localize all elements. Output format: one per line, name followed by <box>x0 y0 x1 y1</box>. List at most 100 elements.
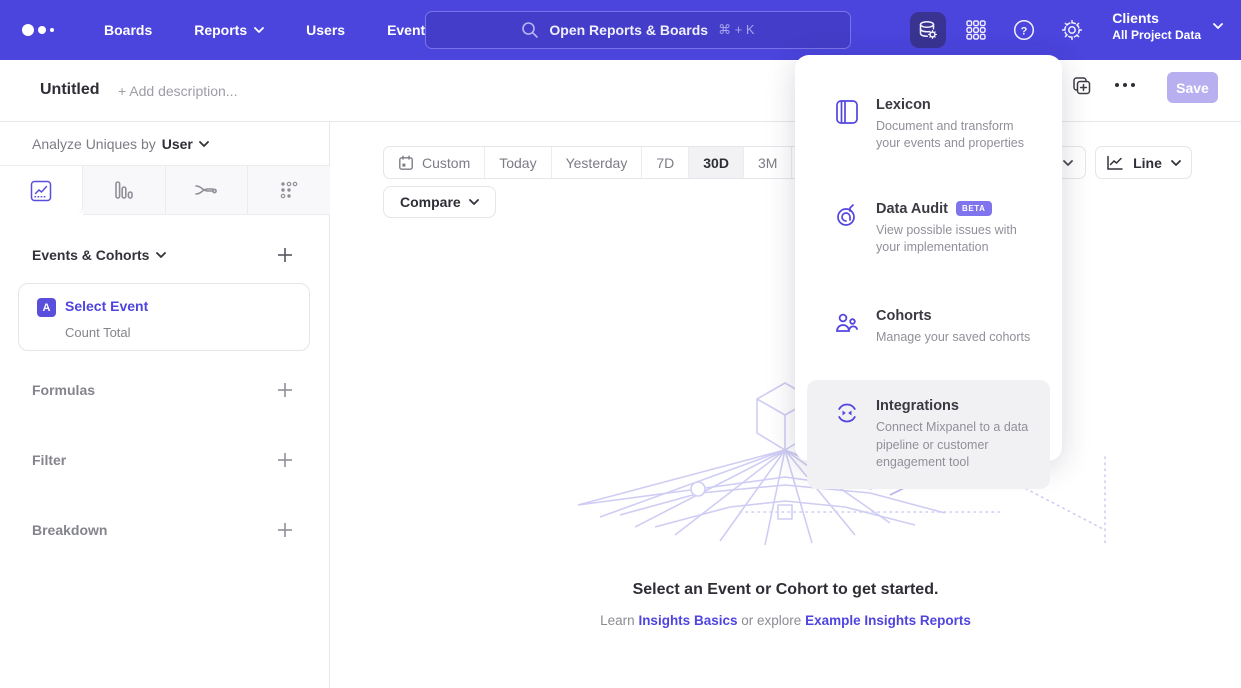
compare-button[interactable]: Compare <box>383 186 496 218</box>
select-event-label[interactable]: Select Event <box>65 298 148 314</box>
event-badge: A <box>37 298 56 317</box>
project-selector[interactable]: Clients All Project Data <box>1112 10 1223 42</box>
integrations-title: Integrations <box>876 398 1036 414</box>
data-audit-icon <box>835 203 859 229</box>
top-nav: Boards Reports Users Events Open Reports… <box>0 0 1241 60</box>
integrations-description: Connect Mixpanel to a data pipeline or c… <box>876 419 1036 471</box>
flow-tab-icon <box>193 178 219 202</box>
event-card[interactable]: A Select Event Count Total <box>18 283 310 351</box>
mixpanel-logo-icon[interactable] <box>22 24 62 36</box>
integrations-sync-icon <box>835 400 859 426</box>
lexicon-book-icon <box>835 99 859 125</box>
tab-flow[interactable] <box>166 166 249 215</box>
chevron-down-icon <box>1171 160 1181 166</box>
line-chart-icon <box>1106 155 1124 171</box>
report-description-placeholder[interactable]: + Add description... <box>118 83 237 99</box>
range-30d-selected[interactable]: 30D <box>689 147 744 178</box>
database-gear-icon <box>917 19 939 41</box>
line-chart-tab-icon <box>29 179 53 203</box>
range-3m[interactable]: 3M <box>744 147 792 178</box>
data-audit-description: View possible issues with your implement… <box>876 222 1036 257</box>
chart-area: Custom Today Yesterday 7D 30D 3M 6M Comp… <box>330 122 1241 688</box>
tab-metrics[interactable] <box>248 166 330 215</box>
lexicon-title: Lexicon <box>876 97 1036 113</box>
menu-item-data-audit[interactable]: Data Audit BETA View possible issues wit… <box>807 189 1050 271</box>
range-7d[interactable]: 7D <box>642 147 689 178</box>
range-yesterday-label: Yesterday <box>566 155 628 171</box>
nav-reports-label: Reports <box>194 22 247 38</box>
or-explore-text: or explore <box>741 613 801 628</box>
menu-item-lexicon[interactable]: Lexicon Document and transform your even… <box>807 85 1050 167</box>
analyze-value: User <box>162 136 193 152</box>
beta-badge: BETA <box>956 201 992 216</box>
project-scope: All Project Data <box>1112 28 1201 42</box>
query-sidebar: Analyze Uniques by User <box>0 122 330 688</box>
tab-bar-chart[interactable] <box>83 166 166 215</box>
events-cohorts-label: Events & Cohorts <box>32 247 149 263</box>
range-custom-label: Custom <box>422 155 470 171</box>
range-custom[interactable]: Custom <box>384 147 485 178</box>
svg-text:?: ? <box>1021 25 1028 37</box>
range-today[interactable]: Today <box>485 147 551 178</box>
nav-boards-label: Boards <box>104 22 152 38</box>
chevron-down-icon <box>1213 23 1223 29</box>
data-audit-title-text: Data Audit <box>876 201 948 217</box>
duplicate-report-button[interactable] <box>1072 76 1092 96</box>
search-shortcut: ⌘ + K <box>718 22 755 38</box>
date-range-control: Custom Today Yesterday 7D 30D 3M 6M <box>383 146 841 179</box>
cohorts-people-icon <box>835 310 859 336</box>
report-title[interactable]: Untitled <box>40 81 100 99</box>
data-management-button[interactable] <box>910 12 946 48</box>
apps-grid-button[interactable] <box>958 12 994 48</box>
menu-item-cohorts[interactable]: Cohorts Manage your saved cohorts <box>807 296 1050 360</box>
help-button[interactable]: ? <box>1006 12 1042 48</box>
calendar-icon <box>398 155 414 171</box>
cohorts-title: Cohorts <box>876 308 1030 324</box>
count-total-label[interactable]: Count Total <box>65 325 131 340</box>
range-yesterday[interactable]: Yesterday <box>552 147 643 178</box>
compare-label: Compare <box>400 194 461 210</box>
data-management-menu: Lexicon Document and transform your even… <box>795 55 1062 461</box>
breakdown-label: Breakdown <box>32 522 107 538</box>
example-reports-link[interactable]: Example Insights Reports <box>805 613 971 628</box>
nav-boards[interactable]: Boards <box>104 22 152 38</box>
save-button[interactable]: Save <box>1167 72 1218 103</box>
project-name: Clients <box>1112 10 1201 26</box>
nav-reports[interactable]: Reports <box>194 22 264 38</box>
empty-state-title: Select an Event or Cohort to get started… <box>330 581 1241 599</box>
insights-basics-link[interactable]: Insights Basics <box>638 613 737 628</box>
tab-insights-line[interactable] <box>0 166 83 215</box>
copy-plus-icon <box>1072 76 1092 96</box>
metrics-tab-icon <box>277 178 301 202</box>
more-options-button[interactable] <box>1114 82 1136 88</box>
range-30d-label: 30D <box>703 155 729 171</box>
add-breakdown-button[interactable] <box>277 522 293 538</box>
nav-users-label: Users <box>306 22 345 38</box>
chevron-down-icon <box>469 199 479 205</box>
settings-button[interactable] <box>1054 12 1090 48</box>
search-icon <box>521 21 539 39</box>
add-filter-button[interactable] <box>277 452 293 468</box>
range-7d-label: 7D <box>656 155 674 171</box>
analyze-row: Analyze Uniques by User <box>32 136 209 152</box>
gear-icon <box>1060 18 1084 42</box>
chart-style-label: Line <box>1133 155 1162 171</box>
add-event-button[interactable] <box>277 247 293 263</box>
chart-style-button[interactable]: Line <box>1095 146 1192 179</box>
menu-item-integrations[interactable]: Integrations Connect Mixpanel to a data … <box>807 380 1050 489</box>
chevron-down-icon <box>254 27 264 33</box>
chevron-down-icon <box>156 252 166 258</box>
add-formula-button[interactable] <box>277 382 293 398</box>
chart-type-tabs <box>0 165 330 215</box>
analyze-value-dropdown[interactable]: User <box>162 136 209 152</box>
bar-chart-tab-icon <box>112 178 136 202</box>
events-cohorts-header[interactable]: Events & Cohorts <box>32 247 166 263</box>
nav-users[interactable]: Users <box>306 22 345 38</box>
help-icon: ? <box>1012 18 1036 42</box>
lexicon-description: Document and transform your events and p… <box>876 118 1036 153</box>
data-audit-title: Data Audit BETA <box>876 201 1036 217</box>
chevron-down-icon <box>1063 160 1073 166</box>
global-search-input[interactable]: Open Reports & Boards ⌘ + K <box>425 11 851 49</box>
search-placeholder: Open Reports & Boards <box>549 22 708 38</box>
chevron-down-icon <box>199 141 209 147</box>
